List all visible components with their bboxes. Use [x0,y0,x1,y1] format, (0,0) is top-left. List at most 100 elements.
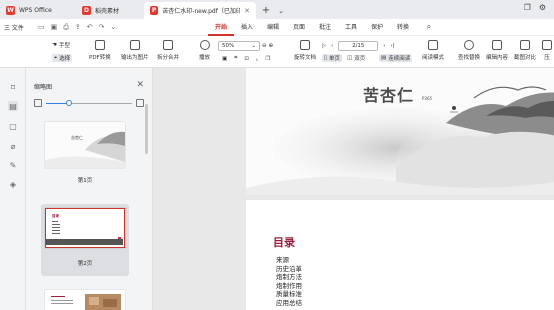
hand-tool-button[interactable]: ☚ 手型 [52,41,70,49]
file-menu[interactable]: 三 文件 [0,23,36,32]
toc-item[interactable]: 历史沿革 [276,265,302,274]
toc-item[interactable]: 应用总结 [276,299,302,308]
first-page-icon[interactable]: |‹ [322,43,326,49]
close-tab-icon[interactable]: ✕ [244,7,250,15]
small-thumb-icon [34,99,42,107]
settings-icon[interactable]: ⚙ [539,3,546,12]
thumbnail-size-slider[interactable] [34,98,144,108]
bookmark-icon[interactable]: ⌑ [8,82,18,92]
play-button[interactable]: 播放 [199,40,210,61]
split-merge-icon [163,40,173,50]
copy-icon[interactable]: ❐ [266,56,271,62]
fit-page-icon[interactable]: ▣ [222,56,227,62]
toc-item[interactable]: 质量标准 [276,290,302,299]
select-label: 选择 [59,56,71,62]
tab-wps-office[interactable]: W WPS Office [0,2,76,19]
thumbnail-page-2[interactable]: 目录 第2页 [41,204,129,276]
toc-list: 来源 历史沿革 炮制方法 炮制作用 质量标准 应用总结 [276,256,302,308]
attachment-icon[interactable]: ⌀ [8,141,18,151]
restore-window-icon[interactable]: ❐ [524,3,531,12]
single-page-button[interactable]: ▯ 单页 [322,54,343,62]
more-chevron-icon[interactable]: ⌄ [110,23,116,32]
play-icon [199,40,210,50]
landscape-painting-thumbnail [45,122,125,168]
tab-page[interactable]: 页面 [286,19,312,36]
layers-icon[interactable]: ◈ [8,179,18,189]
thumbnail-page-3[interactable] [41,286,129,310]
rotate-label: 旋转文档 [294,55,317,61]
export-image-button[interactable]: 输出为图片 [121,40,149,61]
compress-button[interactable]: 压 [542,40,552,61]
tab-pdf-document[interactable]: P 苦杏仁水印-new.pdf（已加印） ✕ [144,2,256,19]
screenshot-compare-button[interactable]: 截图对比 [514,40,536,61]
tab-insert[interactable]: 插入 [234,19,260,36]
new-doc-icon[interactable]: ▭ [38,23,45,32]
comment-icon[interactable]: ▢ [8,121,18,131]
close-icon[interactable]: ✕ [136,80,144,90]
tab-menu-chevron-icon[interactable]: ⌄ [276,2,286,19]
zoom-value: 50% [222,43,235,49]
print-icon[interactable]: ⎙ [63,23,69,32]
undo-icon[interactable]: ↶ [87,23,93,32]
crop-icon[interactable]: ⌞ [256,56,259,62]
panel-scrollbar[interactable] [145,104,148,154]
find-replace-button[interactable]: 查找替换 [458,40,480,61]
zoom-select[interactable]: 50% ⌄ [218,41,260,51]
page-number-input[interactable]: 2/15 [338,41,379,51]
split-merge-button[interactable]: 拆分合并 [157,40,179,61]
tab-tools[interactable]: 工具 [338,19,364,36]
docer-logo-icon: D [82,6,91,15]
select-tool-button[interactable]: ⌖ 选择 [52,54,73,62]
redo-icon[interactable]: ↷ [99,23,105,32]
zoom-in-icon[interactable]: ⊕ [269,43,274,49]
tab-protect[interactable]: 保护 [364,19,390,36]
quick-access-toolbar: ▭ ▣ ⎙ ⇪ ↶ ↷ ⌄ [38,23,208,32]
search-icon[interactable]: ⌕ [416,19,442,36]
window-controls: ❐ ⚙ [524,3,546,12]
double-page-icon: ◫ [347,55,353,61]
rotate-button[interactable]: 旋转文档 [294,40,316,61]
find-replace-label: 查找替换 [458,55,481,61]
zoom-control[interactable]: 50% ⌄ ⊖ ⊕ [218,41,273,51]
tab-bar: W WPS Office D 稻壳素材 P 苦杏仁水印-new.pdf（已加印）… [0,0,554,19]
view-tools: ▣ ⌗ ⊡ ⌞ ❐ [222,55,270,62]
double-page-button[interactable]: ◫ 双页 [347,54,365,62]
actual-size-icon[interactable]: ⊡ [244,56,249,62]
continuous-label: 连续阅读 [388,56,411,62]
single-page-icon: ▯ [324,55,328,61]
save-icon[interactable]: ▣ [51,23,58,32]
pdf-page-2: 目录 来源 历史沿革 炮制方法 炮制作用 质量标准 应用总结 [246,200,554,310]
fit-width-icon[interactable]: ⌗ [234,55,237,62]
ribbon-toolbar: ☚ 手型 ⌖ 选择 PDF转换 输出为图片 拆分合并 播放 50% ⌄ ⊖ ⊕ … [0,36,554,68]
tab-annotate[interactable]: 批注 [312,19,338,36]
signature-icon[interactable]: ✎ [8,160,18,170]
image-export-icon [129,40,140,50]
tab-home[interactable]: 开始 [208,19,234,36]
tab-docer-assets[interactable]: D 稻壳素材 [76,2,144,19]
slider-handle[interactable] [66,99,72,106]
read-mode-button[interactable]: 阅读模式 [422,40,444,61]
prev-page-icon[interactable]: ‹ [331,43,333,49]
document-viewport[interactable]: 苦杏仁 P365 目录 来源 历史沿革 炮制方法 炮制作用 质量标准 应用总结 [153,68,554,310]
pdf-convert-button[interactable]: PDF转换 [89,40,111,61]
export-image-label: 输出为图片 [121,55,149,61]
new-tab-button[interactable]: + [256,2,276,19]
last-page-icon[interactable]: ›| [390,43,394,49]
thumbnail-icon[interactable]: ▤ [8,101,18,111]
edit-content-label: 编辑内容 [486,55,509,61]
zoom-out-icon[interactable]: ⊖ [262,43,267,49]
chevron-down-icon: ⌄ [251,43,256,49]
thumbnail-page-1[interactable]: 苦杏仁 第1页 [41,118,129,196]
continuous-read-button[interactable]: ▤ 连续阅读 [379,54,413,62]
toc-item[interactable]: 炮制方法 [276,273,302,282]
edit-content-button[interactable]: 编辑内容 [486,40,508,61]
cursor-icon: ⌖ [54,54,58,61]
toc-item[interactable]: 来源 [276,256,302,265]
tab-edit[interactable]: 编辑 [260,19,286,36]
slider-track[interactable] [46,99,132,106]
single-page-label: 单页 [329,56,341,62]
export-icon[interactable]: ⇪ [75,23,81,32]
next-page-icon[interactable]: › [383,43,385,49]
tab-convert[interactable]: 转换 [390,19,416,36]
toc-title: 目录 [273,236,295,249]
